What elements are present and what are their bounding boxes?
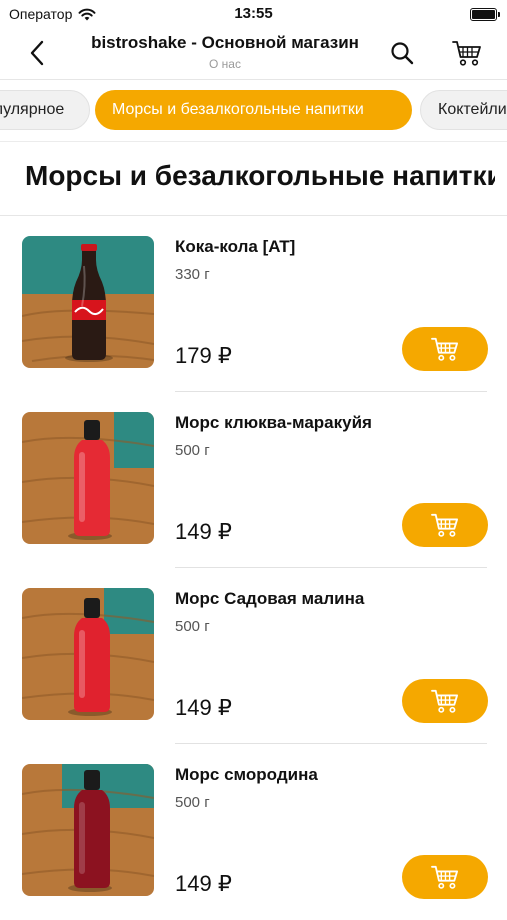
product-name: Морс Садовая малина: [175, 589, 365, 608]
product-card[interactable]: Морс Садовая малина 500 г 149 ₽: [0, 568, 507, 744]
product-weight: 330 г: [175, 266, 210, 283]
product-weight: 500 г: [175, 618, 210, 635]
product-image[interactable]: [22, 236, 154, 368]
category-chips: Популярное Морсы и безалкогольные напитк…: [0, 88, 507, 134]
add-to-cart-icon: [431, 337, 458, 361]
add-to-cart-icon: [431, 513, 458, 537]
chip-label: Морсы и безалкогольные напитки: [112, 101, 364, 118]
nav-title: bistroshake - Основной магазин: [91, 33, 359, 52]
status-bar: Оператор 13:55: [0, 0, 507, 28]
chip-popular[interactable]: Популярное: [0, 90, 90, 130]
add-to-cart-button[interactable]: [402, 503, 488, 547]
product-name: Морс смородина: [175, 765, 318, 784]
product-price: 149 ₽: [175, 871, 232, 896]
add-to-cart-button[interactable]: [402, 327, 488, 371]
add-to-cart-button[interactable]: [402, 855, 488, 899]
nav-bar: bistroshake - Основной магазин О нас: [0, 28, 507, 78]
mors-bottle-image: [22, 764, 154, 896]
status-time: 13:55: [234, 5, 273, 22]
search-icon: [391, 42, 414, 65]
chip-mors-drinks[interactable]: Морсы и безалкогольные напитки: [95, 90, 412, 130]
product-name: Кока-кола [AT]: [175, 237, 296, 256]
product-image[interactable]: [22, 412, 154, 544]
back-button[interactable]: [22, 38, 52, 68]
product-image[interactable]: [22, 764, 154, 896]
battery-icon: [470, 8, 500, 21]
add-to-cart-button[interactable]: [402, 679, 488, 723]
cart-icon: [452, 41, 481, 66]
product-image[interactable]: [22, 588, 154, 720]
product-weight: 500 г: [175, 794, 210, 811]
add-to-cart-icon: [431, 689, 458, 713]
mors-bottle-image: [22, 412, 154, 544]
product-card[interactable]: Морс клюква-маракуйя 500 г 149 ₽: [0, 392, 507, 568]
search-button[interactable]: [387, 38, 417, 68]
product-price: 179 ₽: [175, 343, 232, 368]
coca-cola-bottle-image: [22, 236, 154, 368]
product-name: Морс клюква-маракуйя: [175, 413, 372, 432]
product-card[interactable]: Кока-кола [AT] 330 г 179 ₽: [0, 216, 507, 392]
product-card[interactable]: Морс смородина 500 г 149 ₽: [0, 744, 507, 920]
product-price: 149 ₽: [175, 695, 232, 720]
nav-divider: [0, 79, 507, 80]
section-title: Морсы и безалкогольные напитки: [25, 160, 495, 192]
section-title-text: Морсы и безалкогольные напитки: [25, 160, 495, 191]
back-chevron-icon: [30, 40, 44, 66]
mors-bottle-image: [22, 588, 154, 720]
chip-cocktails[interactable]: Коктейли: [420, 90, 507, 130]
add-to-cart-icon: [431, 865, 458, 889]
about-link[interactable]: О нас: [70, 57, 380, 71]
cart-button[interactable]: [451, 37, 483, 69]
chips-divider: [0, 141, 507, 142]
chip-label: Популярное: [0, 101, 65, 118]
product-price: 149 ₽: [175, 519, 232, 544]
product-weight: 500 г: [175, 442, 210, 459]
chip-label: Коктейли: [438, 101, 507, 118]
